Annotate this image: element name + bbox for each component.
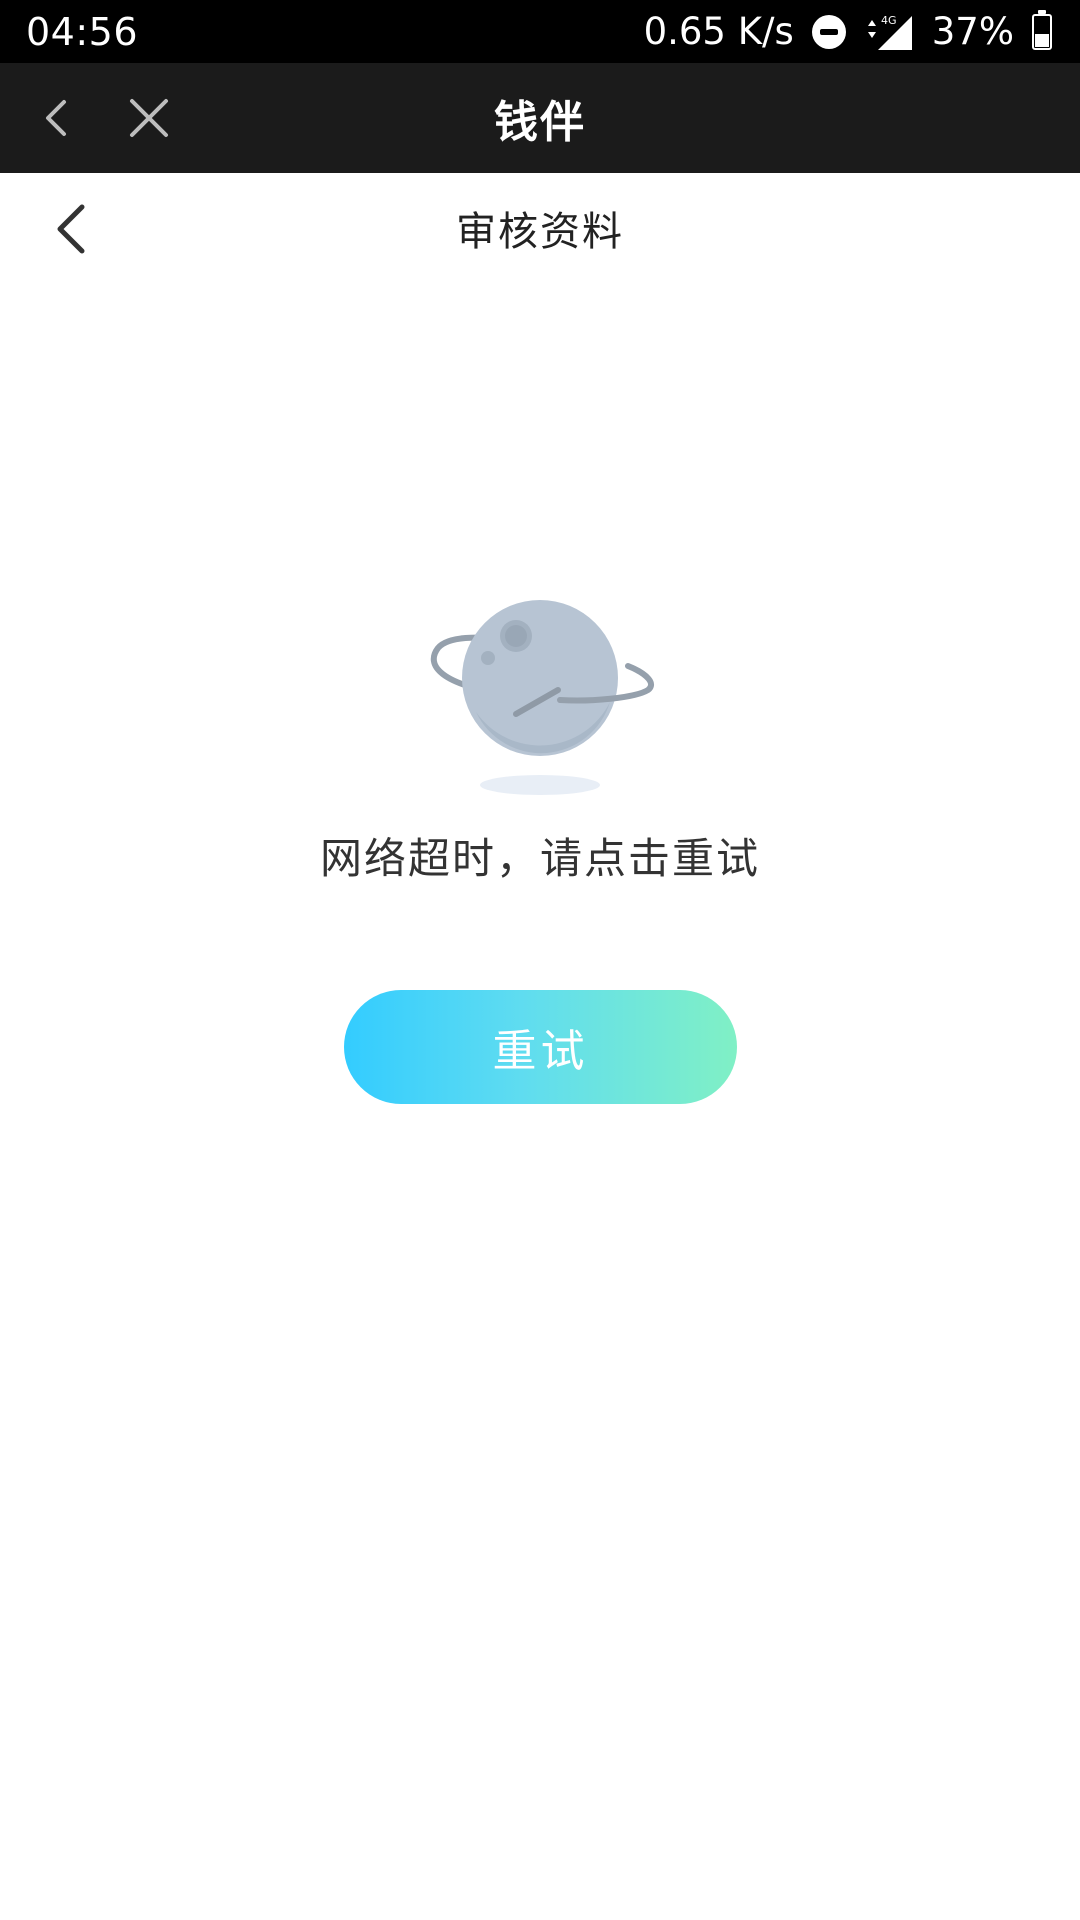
status-bar: 04:56 0.65 K/s 4G 37%: [0, 0, 1080, 63]
page-title: 审核资料: [456, 209, 624, 255]
battery-percent: 37%: [931, 10, 1014, 53]
error-message: 网络超时，请点击重试: [319, 834, 760, 883]
app-title: 钱伴: [494, 97, 586, 148]
app-bar: 钱伴: [0, 63, 1080, 173]
planet-icon: [420, 590, 660, 805]
status-time: 04:56: [26, 9, 139, 54]
retry-button[interactable]: 重试: [344, 990, 737, 1104]
status-icons: 0.65 K/s 4G 37%: [643, 9, 1052, 53]
network-speed: 0.65 K/s: [643, 10, 794, 53]
do-not-disturb-icon: [811, 14, 846, 49]
signal-icon: 4G: [864, 12, 914, 52]
screen: 04:56 0.65 K/s 4G 37% 钱伴 审核资料 网络超时，请点击重试…: [0, 0, 1080, 1920]
network-type: 4G: [881, 14, 897, 27]
page-header: 审核资料: [0, 173, 1080, 283]
battery-icon: [1032, 9, 1052, 50]
